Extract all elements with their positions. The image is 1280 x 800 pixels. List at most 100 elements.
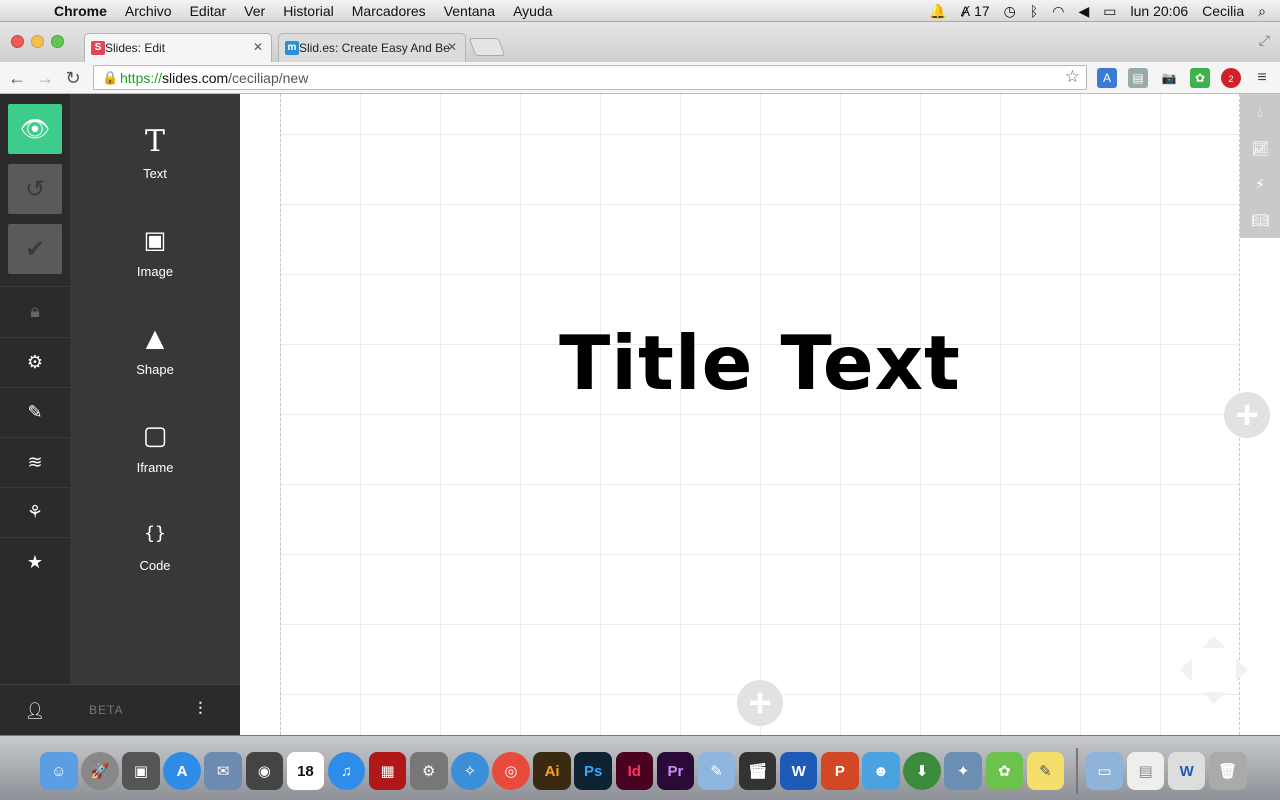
iframe-tool[interactable]: ▢ Iframe: [70, 414, 240, 494]
reader-extension-icon[interactable]: ▤: [1128, 68, 1148, 88]
evernote-dock-icon[interactable]: ✿: [985, 752, 1024, 790]
arrange-button[interactable]: ≋: [0, 437, 70, 487]
window-close-button[interactable]: [11, 35, 24, 48]
tree-icon: ⚘: [26, 502, 44, 522]
tab-slides-home[interactable]: m Slid.es: Create Easy And Be ✕: [278, 33, 466, 62]
safari-icon[interactable]: ✧: [451, 752, 489, 790]
export-button[interactable]: ⚘: [0, 487, 70, 537]
spotlight-search-icon[interactable]: ⌕: [1258, 3, 1266, 20]
nav-right-arrow-icon[interactable]: [1236, 658, 1260, 682]
window-zoom-button[interactable]: [51, 35, 64, 48]
calendar-icon[interactable]: 18: [286, 752, 325, 790]
documents-icon[interactable]: ▤: [1126, 752, 1165, 790]
chrome-icon[interactable]: ◎: [492, 752, 530, 790]
wifi-icon[interactable]: ◠: [1052, 3, 1064, 20]
style-button[interactable]: ✎: [0, 387, 70, 437]
slide-navigation-arrows: [1172, 628, 1256, 712]
battery-icon[interactable]: ▭: [1103, 3, 1116, 20]
bluetooth-icon[interactable]: ᛒ: [1030, 3, 1038, 19]
menu-ayuda[interactable]: Ayuda: [513, 3, 552, 19]
browser-tab-strip: S Slides: Edit ✕ m Slid.es: Create Easy …: [0, 22, 1280, 62]
applications-folder-icon[interactable]: ▭: [1085, 752, 1124, 790]
system-preferences-icon[interactable]: ⚙: [409, 752, 448, 790]
illustrator-icon[interactable]: Ai: [533, 752, 571, 790]
shape-tool[interactable]: ▲ Shape: [70, 316, 240, 396]
stickies-icon[interactable]: ✎: [1026, 752, 1065, 790]
lightning-icon[interactable]: ⚡︎: [1240, 166, 1280, 202]
app-store-icon[interactable]: A: [163, 752, 201, 790]
slide-title-text[interactable]: Title Text: [280, 319, 1240, 407]
mail-icon[interactable]: ✉: [204, 752, 242, 790]
lock-button[interactable]: 🔒︎: [0, 286, 70, 336]
network-icon[interactable]: ✦: [944, 752, 982, 790]
save-button[interactable]: ✔: [8, 224, 62, 274]
slide-canvas[interactable]: Title Text + +: [240, 94, 1280, 735]
tab-slides-edit[interactable]: S Slides: Edit ✕: [84, 33, 272, 62]
fullscreen-icon[interactable]: ⤢: [1259, 32, 1270, 49]
evernote-extension-icon[interactable]: ✿: [1190, 68, 1210, 88]
tab-close-icon[interactable]: ✕: [253, 40, 263, 54]
bookmark-star-icon[interactable]: ☆: [1065, 67, 1080, 87]
powerpoint-icon[interactable]: P: [821, 752, 859, 790]
add-slide-right-button[interactable]: +: [1224, 392, 1270, 438]
time-machine-icon[interactable]: ◷: [1004, 3, 1016, 20]
messenger-icon[interactable]: ☻: [862, 752, 900, 790]
add-slide-down-button[interactable]: +: [737, 680, 783, 726]
book-icon[interactable]: 📖︎: [1240, 202, 1280, 238]
forward-arrow-icon[interactable]: →: [34, 67, 56, 89]
menu-editar[interactable]: Editar: [190, 3, 227, 19]
nav-left-arrow-icon[interactable]: [1168, 658, 1192, 682]
nav-up-arrow-icon[interactable]: [1202, 624, 1226, 648]
adobe-update-count[interactable]: 17: [974, 3, 990, 19]
word-icon[interactable]: W: [779, 752, 818, 790]
undo-button[interactable]: ↺: [8, 164, 62, 214]
new-tab-button[interactable]: [468, 38, 506, 56]
download-icon[interactable]: ⬇: [903, 752, 941, 790]
image-tool[interactable]: ▣ Image: [70, 218, 240, 298]
photo-app-icon[interactable]: ▦: [368, 752, 407, 790]
user-name[interactable]: Cecilia: [1202, 3, 1244, 19]
notification-bell-icon[interactable]: 🔔: [929, 3, 946, 20]
dock-shelf: ☺ 🚀 ▣ A ✉ ◉ 18 ♫ ▦ ⚙ ✧ ◎ Ai Ps Id Pr ✎ 🎬…: [30, 742, 1250, 800]
user-profile-icon[interactable]: 👤︎: [0, 685, 70, 736]
volume-icon[interactable]: ◀: [1079, 3, 1090, 20]
sliders-icon[interactable]: ⫶: [198, 699, 203, 720]
menu-app-name[interactable]: Chrome: [54, 3, 107, 19]
favorites-button[interactable]: ★: [0, 537, 70, 587]
drop-icon[interactable]: 💧︎: [1240, 94, 1280, 130]
chrome-menu-icon[interactable]: ≡: [1252, 68, 1272, 88]
menu-archivo[interactable]: Archivo: [125, 3, 172, 19]
menu-historial[interactable]: Historial: [283, 3, 334, 19]
adblock-extension-icon[interactable]: 2: [1221, 68, 1241, 88]
text-tool[interactable]: T Text: [70, 120, 240, 200]
facetime-icon[interactable]: ◉: [245, 752, 284, 790]
back-arrow-icon[interactable]: ←: [6, 67, 28, 89]
trash-icon[interactable]: 🗑︎: [1209, 752, 1247, 790]
settings-button[interactable]: ⚙: [0, 337, 70, 387]
final-cut-icon[interactable]: 🎬︎: [738, 752, 777, 790]
photo-booth-icon[interactable]: ▣: [122, 752, 160, 790]
menu-ventana[interactable]: Ventana: [444, 3, 495, 19]
code-tool[interactable]: {} Code: [70, 512, 240, 592]
finder-icon[interactable]: ☺: [40, 752, 78, 790]
chart-icon[interactable]: 📈︎: [1240, 130, 1280, 166]
reload-icon[interactable]: ↻: [62, 67, 84, 89]
camera-extension-icon[interactable]: 📷: [1159, 68, 1179, 88]
downloads-stack-icon[interactable]: W: [1167, 752, 1206, 790]
indesign-icon[interactable]: Id: [615, 752, 654, 790]
preview-button[interactable]: 👁: [8, 104, 62, 154]
tab-close-icon[interactable]: ✕: [447, 40, 457, 54]
clock-text[interactable]: lun 20:06: [1131, 3, 1189, 19]
menu-ver[interactable]: Ver: [244, 3, 265, 19]
preview-app-icon[interactable]: ✎: [697, 752, 736, 790]
adobe-icon[interactable]: Ⱥ: [961, 3, 970, 19]
nav-down-arrow-icon[interactable]: [1202, 692, 1226, 716]
translate-extension-icon[interactable]: A: [1097, 68, 1117, 88]
premiere-icon[interactable]: Pr: [656, 752, 695, 790]
address-bar[interactable]: 🔒 https:// slides.com /ceciliap/new ☆: [93, 65, 1087, 90]
itunes-icon[interactable]: ♫: [327, 752, 366, 790]
window-minimize-button[interactable]: [31, 35, 44, 48]
photoshop-icon[interactable]: Ps: [574, 752, 612, 790]
launchpad-icon[interactable]: 🚀: [81, 752, 119, 790]
menu-marcadores[interactable]: Marcadores: [352, 3, 426, 19]
